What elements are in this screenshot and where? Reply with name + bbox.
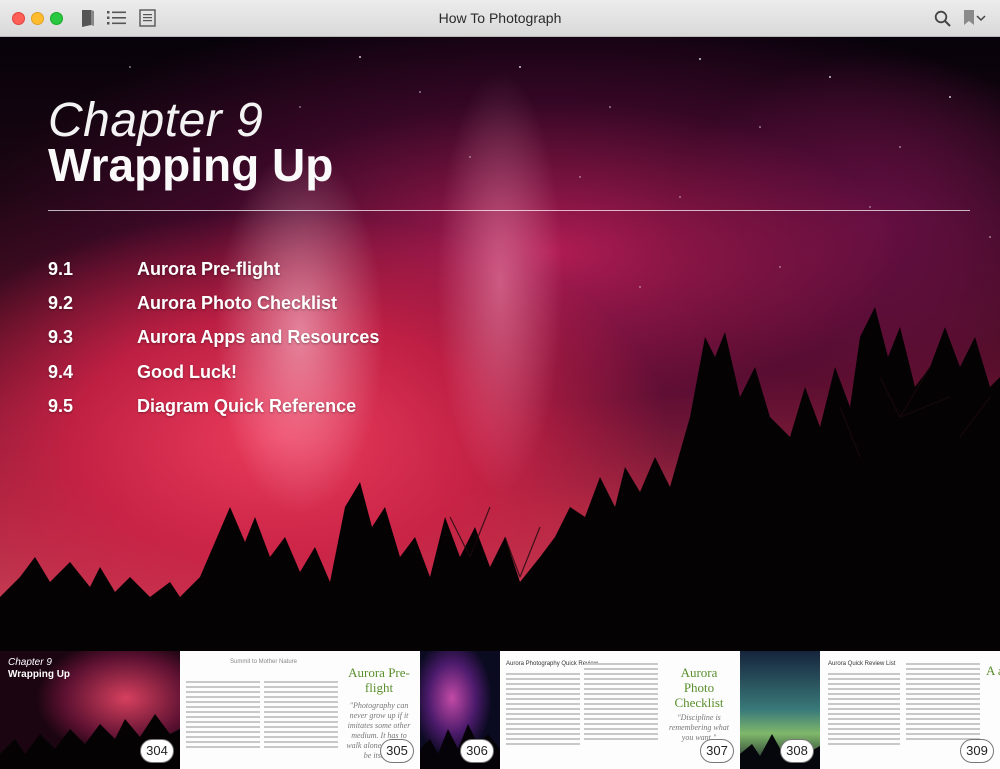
page-number-badge: 306 <box>460 739 494 763</box>
page-thumbnail[interactable]: Aurora Quick Review List A an 309 <box>820 651 1000 769</box>
toc-number: 9.4 <box>48 361 74 382</box>
toc-title: Aurora Apps and Resources <box>137 327 380 348</box>
thumb-chapter-title: Wrapping Up <box>8 669 71 680</box>
thumb-page-heading: Summit to Mother Nature <box>230 659 298 665</box>
page-number-badge: 304 <box>140 739 174 763</box>
page-thumbnail[interactable]: Aurora Photography Quick Review Aurora P… <box>500 651 740 769</box>
chapter-toc: 9.1 Aurora Pre-flight 9.2 Aurora Photo C… <box>48 252 379 423</box>
toc-item[interactable]: 9.2 Aurora Photo Checklist <box>48 286 379 320</box>
toc-list-icon[interactable] <box>106 8 128 28</box>
search-icon[interactable] <box>931 8 953 28</box>
toc-item[interactable]: 9.1 Aurora Pre-flight <box>48 252 379 286</box>
notes-icon[interactable] <box>136 8 158 28</box>
thumb-section-title: Aurora Photo Checklist <box>674 665 724 710</box>
toc-number: 9.1 <box>48 258 74 279</box>
thumb-chapter-label: Chapter 9 <box>8 657 52 668</box>
page-navigator-strip[interactable]: Chapter 9 Wrapping Up 304 Summit to Moth… <box>0 651 1000 769</box>
page-number-badge: 308 <box>780 739 814 763</box>
toc-item[interactable]: 9.3 Aurora Apps and Resources <box>48 321 379 355</box>
page-thumbnail[interactable]: 306 <box>420 651 500 769</box>
thumb-section-title: Aurora Pre-flight <box>348 665 410 695</box>
chevron-down-icon[interactable] <box>974 8 988 28</box>
toc-title: Good Luck! <box>137 361 237 382</box>
page-number-badge: 305 <box>380 739 414 763</box>
page-thumbnail[interactable]: Chapter 9 Wrapping Up 304 <box>0 651 180 769</box>
chapter-divider <box>48 210 970 211</box>
page-number-badge: 309 <box>960 739 994 763</box>
minimize-window-button[interactable] <box>31 12 44 25</box>
window-titlebar: How To Photograph <box>0 0 1000 37</box>
toc-title: Diagram Quick Reference <box>137 395 357 416</box>
page-thumbnail[interactable]: 308 <box>740 651 820 769</box>
chapter-cover-image: Chapter 9 Wrapping Up 9.1 Aurora Pre-fli… <box>0 37 1000 651</box>
toc-title: Aurora Photo Checklist <box>137 292 338 313</box>
toc-item[interactable]: 9.4 Good Luck! <box>48 355 379 389</box>
toc-title: Aurora Pre-flight <box>137 258 281 279</box>
thumb-page-heading: Aurora Quick Review List <box>828 661 896 667</box>
toc-number: 9.5 <box>48 395 74 416</box>
page-thumbnail[interactable]: Summit to Mother Nature Aurora Pre-fligh… <box>180 651 420 769</box>
page-number-badge: 307 <box>700 739 734 763</box>
thumb-section-title: A an <box>986 663 1000 678</box>
toc-number: 9.3 <box>48 327 74 348</box>
library-icon[interactable] <box>77 8 99 28</box>
toc-item[interactable]: 9.5 Diagram Quick Reference <box>48 389 379 423</box>
zoom-window-button[interactable] <box>50 12 63 25</box>
close-window-button[interactable] <box>12 12 25 25</box>
chapter-title: Wrapping Up <box>48 139 334 191</box>
toc-number: 9.2 <box>48 292 74 313</box>
